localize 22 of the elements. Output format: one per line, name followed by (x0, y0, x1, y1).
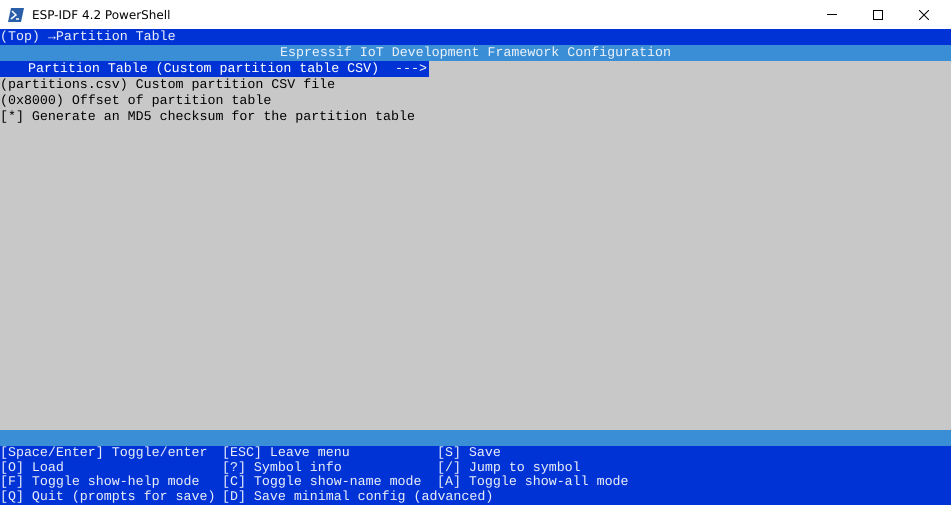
menu-item[interactable]: (0x8000) Offset of partition table (0, 93, 272, 109)
breadcrumb-bar: (Top) →Partition Table (0, 29, 951, 45)
help-text: [D] Save minimal config (advanced) (222, 490, 494, 504)
close-icon (919, 10, 929, 20)
minimize-icon (827, 14, 837, 15)
maximize-icon (873, 10, 883, 20)
help-text: [F] Toggle show-help mode (0, 475, 200, 490)
help-text: [O] Load (0, 460, 65, 475)
help-text: [Q] Quit (prompts for save) (0, 490, 216, 504)
help-text: [C] Toggle show-name mode (222, 475, 422, 490)
menu-item[interactable]: [*] Generate an MD5 checksum for the partition table (0, 109, 415, 125)
window-title: ESP-IDF 4.2 PowerShell (32, 6, 170, 22)
help-text: [ESC] Leave menu (222, 446, 351, 460)
menu-item[interactable]: (partitions.csv) Custom partition CSV file (0, 77, 336, 93)
header-bar: Espressif IoT Development Framework Configuration (0, 45, 951, 61)
help-text: [A] Toggle show-all mode (437, 475, 629, 490)
help-text: [S] Save (437, 446, 501, 460)
menu-item[interactable]: Partition Table (Custom partition table CSV) ---> (0, 61, 429, 77)
help-text: [Space/Enter] Toggle/enter (0, 446, 208, 460)
help-text: [/] Jump to symbol (437, 460, 581, 475)
powershell-icon (8, 8, 24, 22)
help-text: [?] Symbol info (222, 460, 343, 475)
